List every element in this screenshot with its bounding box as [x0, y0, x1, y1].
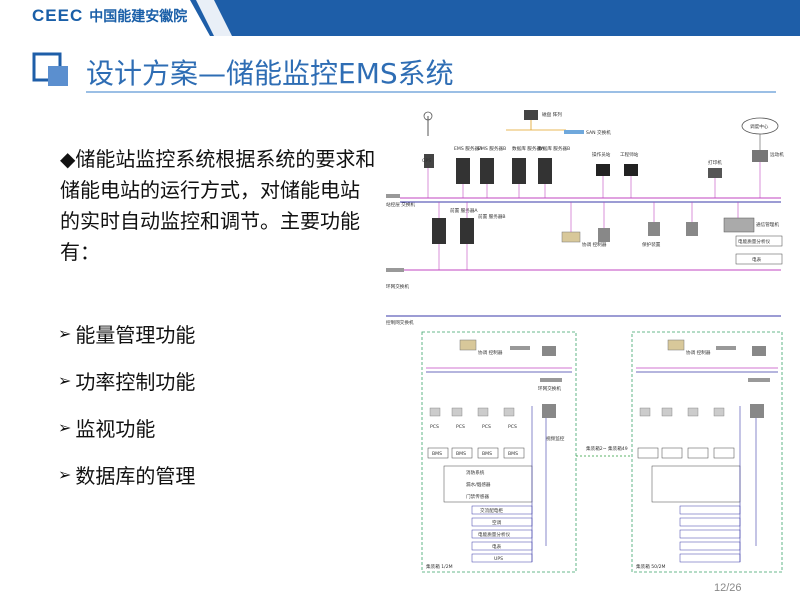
cluster2-coord: 协调 控制器	[686, 349, 711, 356]
ring-switch-label: 环网交换机	[386, 283, 409, 290]
db-b-label: 数据库 服务器B	[538, 145, 570, 152]
ems-servers: EMS 服务器A EMS 服务器B	[454, 145, 506, 184]
bms-label: BMS	[508, 451, 518, 457]
ups-label: UPS	[494, 556, 503, 562]
pcs-label: PCS	[508, 424, 517, 430]
operator-label: 操作员站	[592, 151, 611, 158]
cluster1-video: 视频监控	[546, 435, 565, 442]
title-underline	[86, 91, 776, 93]
meter-label: 电表	[752, 256, 762, 263]
list-item: ➢ 功率控制功能	[58, 357, 195, 404]
list-item: ➢ 监视功能	[58, 404, 195, 451]
ring-link-label: 集装箱2~ 集装箱49	[586, 445, 628, 452]
disk-array-icon: 磁盘 阵列	[506, 110, 566, 131]
bms-label: BMS	[432, 451, 442, 457]
db-servers: 数据库 服务器A 数据库 服务器B	[512, 145, 570, 184]
ems-b-label: EMS 服务器B	[478, 145, 506, 152]
disk-array-label: 磁盘 阵列	[542, 111, 562, 118]
ems-architecture-diagram: GPS EMS 服务器A EMS 服务器B 数据库 服务器A 数据库 服务器B …	[386, 110, 784, 573]
function-list: ➢ 能量管理功能 ➢ 功率控制功能 ➢ 监视功能 ➢ 数据库的管理	[58, 310, 195, 498]
printer-label: 打印机	[708, 159, 722, 166]
arrow-bullet-icon: ➢	[58, 418, 72, 437]
protection-label: 保护装置	[642, 241, 661, 248]
dispatch-label: 调度中心	[750, 123, 769, 130]
list-item: ➢ 数据库的管理	[58, 451, 195, 498]
fire-label: 消防系统	[466, 469, 485, 476]
cms-label: 通信管理机	[756, 221, 779, 228]
slide-title: 设计方案—储能监控EMS系统	[86, 57, 454, 90]
engineer-label: 工程师站	[620, 151, 639, 158]
printer-icon: 打印机	[708, 159, 722, 178]
dispatch-cloud-icon: 调度中心 远动机	[741, 117, 784, 162]
intro-paragraph: ◆储能站监控系统根据系统的要求和储能电站的运行方式，对储能电站的实时自动监控和调…	[60, 147, 376, 264]
engineer-station: 工程师站	[620, 151, 639, 176]
page-number: 12/26	[714, 582, 742, 594]
pcs-label: PCS	[456, 424, 465, 430]
cluster2-label: 集装箱 50/2M	[636, 563, 666, 570]
ac-label: 交流配电柜	[480, 507, 503, 514]
arrow-bullet-icon: ➢	[58, 371, 72, 390]
pcs-group-2	[639, 407, 725, 417]
arrow-bullet-icon: ➢	[58, 465, 72, 484]
operator-station: 操作员站	[592, 151, 611, 176]
list-item-label: 数据库的管理	[75, 464, 196, 488]
logo-mark: CEEC	[32, 6, 84, 25]
list-item-label: 监视功能	[75, 417, 156, 441]
logo: CEEC 中国能建安徽院	[32, 6, 187, 26]
pq-label: 电能质量分析仪	[478, 531, 511, 538]
bms-label: BMS	[456, 451, 466, 457]
list-item-label: 能量管理功能	[75, 323, 196, 347]
list-item: ➢ 能量管理功能	[58, 310, 195, 357]
gps-label: GPS	[422, 158, 431, 164]
ctrl-switch-label: 控制网交换机	[386, 319, 414, 326]
remote-label: 远动机	[770, 151, 784, 158]
pcs-label: PCS	[430, 424, 439, 430]
title-square-icon	[32, 52, 68, 86]
pcs-label: PCS	[482, 424, 491, 430]
smoke-label: 漏水/烟感器	[466, 481, 491, 488]
cluster1-ring-switch: 环网交换机	[538, 385, 561, 392]
elec-meter-label: 电表	[492, 543, 502, 550]
list-item-label: 功率控制功能	[75, 370, 196, 394]
power-quality-label: 电能质量分析仪	[738, 238, 771, 245]
bms-label: BMS	[482, 451, 492, 457]
san-icon: SAN 交换机	[564, 129, 611, 136]
slide-title-area: 设计方案—储能监控EMS系统	[32, 50, 776, 94]
pre-a-label: 前置 服务器A	[450, 207, 478, 214]
coord-label: 协调 控制器	[582, 241, 607, 248]
san-label: SAN 交换机	[586, 129, 611, 136]
header-bar: CEEC 中国能建安徽院	[0, 0, 800, 36]
door-label: 门禁传感器	[466, 493, 489, 500]
cluster1-coord: 协调 控制器	[478, 349, 503, 356]
aircon-label: 空调	[492, 519, 502, 526]
cluster1-label: 集装箱 1/2M	[426, 563, 453, 570]
pre-b-label: 前置 服务器B	[478, 213, 506, 220]
pcs-group-1: PCS PCS PCS PCS	[429, 407, 517, 430]
logo-text: 中国能建安徽院	[89, 9, 188, 25]
gps-icon: GPS	[422, 111, 434, 168]
arrow-bullet-icon: ➢	[58, 324, 72, 343]
